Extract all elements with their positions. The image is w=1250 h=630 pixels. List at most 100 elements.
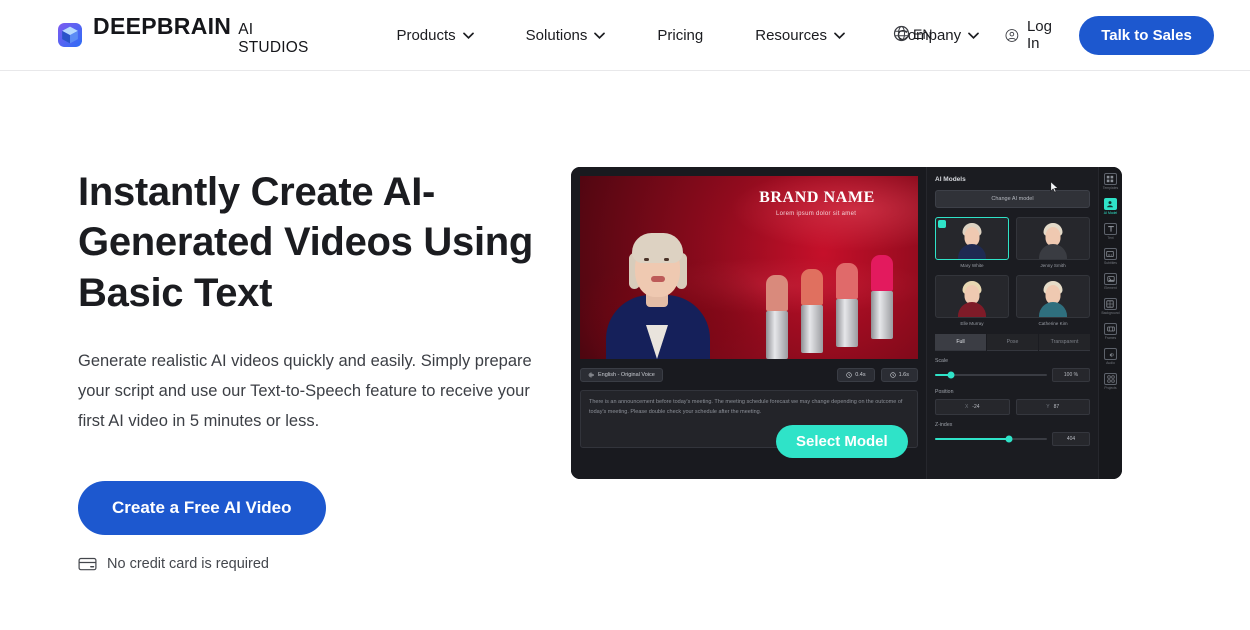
nav-item-solutions[interactable]: Solutions: [500, 27, 632, 44]
rail-label: Templates: [1102, 186, 1119, 190]
brand-logo[interactable]: DEEPBRAIN AI STUDIOS: [58, 13, 310, 57]
no-credit-card-note: No credit card is required: [78, 556, 560, 572]
create-free-ai-video-button[interactable]: Create a Free AI Video: [78, 481, 326, 536]
rail-item-projects[interactable]: Projects: [1104, 373, 1117, 390]
nav-item-company[interactable]: Company: [871, 27, 1005, 44]
user-circle-icon: [1005, 28, 1019, 42]
tab-full[interactable]: Full: [935, 334, 986, 351]
scale-slider-handle[interactable]: [947, 371, 955, 379]
text-icon: [1107, 226, 1114, 232]
panel-title: AI Models: [935, 176, 966, 183]
rail-item-subtitles[interactable]: Subtitles: [1103, 248, 1117, 265]
clock-icon: [889, 372, 896, 378]
nav-item-pricing[interactable]: Pricing: [631, 27, 729, 44]
thumb-body: [1039, 244, 1067, 259]
video-preview[interactable]: BRAND NAME Lorem ipsum dolor sit amet: [580, 176, 918, 359]
element-icon: [1106, 276, 1115, 282]
zindex-value[interactable]: 404: [1052, 432, 1090, 446]
lipstick-tip: [766, 275, 788, 311]
model-thumbnail[interactable]: [935, 217, 1009, 260]
rail-item-ai-model[interactable]: AI Model: [1104, 198, 1117, 215]
model-thumbnail[interactable]: [1016, 217, 1090, 260]
zindex-slider[interactable]: [935, 435, 1047, 443]
nav-item-products[interactable]: Products: [370, 27, 499, 44]
talk-to-sales-button[interactable]: Talk to Sales: [1079, 15, 1214, 55]
templates-icon: [1107, 175, 1114, 183]
position-y-value: 87: [1053, 404, 1060, 410]
rail-item-text[interactable]: Text: [1104, 223, 1117, 240]
lipstick-base: [801, 305, 823, 353]
chevron-down-icon: [594, 32, 606, 39]
rail-item-audio[interactable]: Audio: [1104, 348, 1117, 365]
credit-card-icon: [78, 558, 97, 571]
position-y-field[interactable]: Y 87: [1015, 399, 1090, 415]
model-card[interactable]: Jenny Smith: [1016, 217, 1090, 268]
voice-selector[interactable]: English - Original Voice: [580, 368, 663, 382]
position-label: Position: [935, 389, 954, 395]
tab-transparent[interactable]: Transparent: [1039, 334, 1090, 351]
mouse-pointer-icon: [1050, 181, 1059, 193]
ai-model-icon: [1107, 201, 1114, 208]
thumb-body: [958, 244, 986, 259]
language-selector[interactable]: EN: [893, 25, 932, 42]
tab-pose[interactable]: Pose: [987, 334, 1038, 351]
model-thumbnail[interactable]: [1016, 275, 1090, 318]
model-label: Catherine Kim: [1038, 321, 1068, 326]
login-link[interactable]: Log In: [1005, 18, 1057, 52]
lipstick-base: [766, 311, 788, 359]
model-card[interactable]: Mary White: [935, 217, 1009, 268]
hero-copy: Instantly Create AI-Generated Videos Usi…: [0, 167, 560, 572]
thumb-body: [958, 302, 986, 317]
position-x-field[interactable]: X -24: [935, 399, 1010, 415]
zindex-control: Z-index 404: [935, 422, 1090, 446]
lipstick-base: [836, 299, 858, 347]
nav-item-resources[interactable]: Resources: [729, 27, 871, 44]
rail-item-frames[interactable]: Frames: [1104, 323, 1117, 340]
model-mode-tabs: Full Pose Transparent: [935, 334, 1090, 351]
select-model-tooltip[interactable]: Select Model: [776, 425, 908, 458]
rail-label: Text: [1107, 236, 1114, 240]
scale-control: Scale 100 %: [935, 358, 1090, 382]
zindex-slider-handle[interactable]: [1005, 435, 1013, 443]
time-end-chip[interactable]: 1.6s: [880, 368, 918, 382]
video-brand-title: BRAND NAME: [759, 189, 875, 206]
rail-item-element[interactable]: Element: [1104, 273, 1117, 290]
frames-icon: [1106, 326, 1115, 332]
ai-models-panel: AI Models Change AI model Mary White Jen…: [926, 167, 1098, 479]
scale-slider[interactable]: [935, 371, 1047, 379]
time-start-chip[interactable]: 0.4s: [837, 368, 875, 382]
model-label: Elle Murray: [960, 321, 984, 326]
scale-value[interactable]: 100 %: [1052, 368, 1090, 382]
rail-item-templates[interactable]: Templates: [1103, 173, 1118, 190]
avatar-hair: [632, 233, 683, 263]
globe-icon: [893, 25, 910, 42]
header-actions: Log In Talk to Sales: [1005, 15, 1214, 55]
rail-label: Audio: [1106, 361, 1115, 365]
lipstick-base: [871, 291, 893, 339]
subtitles-icon: [1106, 250, 1115, 257]
chevron-down-icon: [834, 32, 845, 39]
rail-label: Frames: [1104, 336, 1117, 340]
model-thumbnail[interactable]: [935, 275, 1009, 318]
background-icon: [1106, 300, 1115, 308]
position-control: Position X -24 Y 87: [935, 389, 1090, 415]
brand-name: DEEPBRAIN: [93, 13, 232, 39]
rail-item-background[interactable]: Background: [1101, 298, 1120, 315]
video-brand-subtitle: Lorem ipsum dolor sit amet: [776, 211, 857, 217]
change-ai-model-button[interactable]: Change AI model: [935, 190, 1090, 208]
model-card[interactable]: Catherine Kim: [1016, 275, 1090, 326]
model-card[interactable]: Elle Murray: [935, 275, 1009, 326]
scale-label: Scale: [935, 358, 948, 364]
projects-icon: [1106, 375, 1115, 383]
nav-label: Solutions: [525, 26, 588, 44]
lipstick-tip: [871, 255, 893, 291]
avatar-eye-right: [664, 258, 669, 261]
model-label: Jenny Smith: [1040, 263, 1066, 268]
no-credit-card-label: No credit card is required: [107, 556, 269, 573]
login-label: Log In: [1026, 18, 1052, 52]
model-grid: Mary White Jenny Smith Elle Murray Cathe…: [935, 217, 1090, 326]
nav-label: Resources: [755, 26, 827, 44]
position-x-key: X: [964, 404, 969, 410]
chevron-down-icon: [968, 32, 980, 39]
rail-label: AI Model: [1103, 211, 1118, 215]
